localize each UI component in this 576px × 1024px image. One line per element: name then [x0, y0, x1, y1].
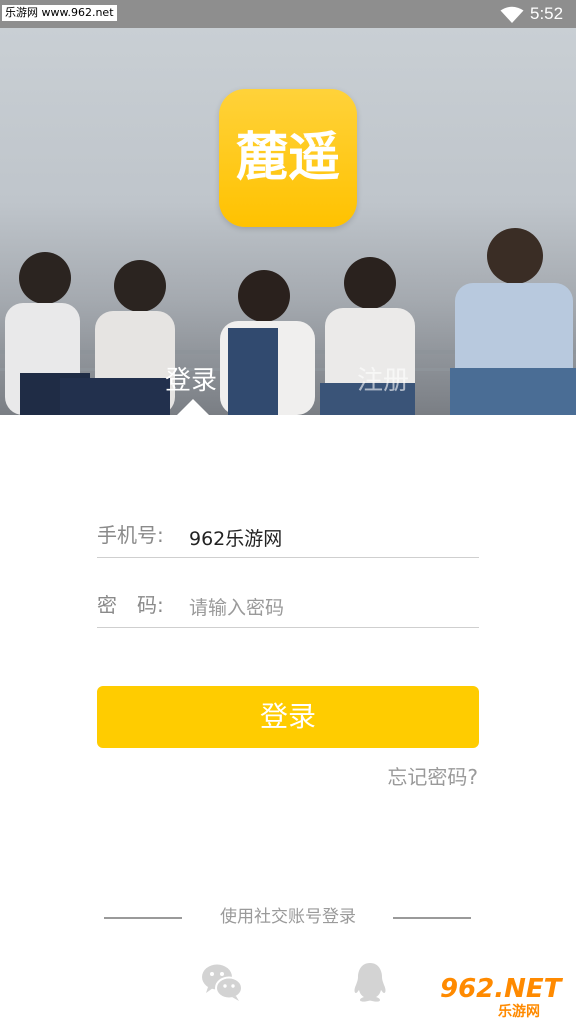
wifi-icon — [500, 6, 524, 23]
app-logo: 麓遥 — [219, 89, 357, 227]
status-time: 5:52 — [530, 4, 564, 23]
watermark-label: 乐游网 www.962.net — [2, 5, 117, 21]
password-input[interactable] — [189, 594, 469, 622]
corner-watermark-sub: 乐游网 — [498, 1004, 540, 1020]
hero-banner: 麓遥 登录 注册 — [0, 28, 576, 415]
status-bar: 乐游网 www.962.net 5:52 — [0, 0, 576, 28]
corner-watermark-brand: 962.NET — [440, 974, 562, 1004]
phone-input[interactable]: 962乐游网 — [189, 526, 282, 552]
phone-field[interactable]: 手机号: 962乐游网 — [97, 514, 479, 558]
tab-login[interactable]: 登录 — [165, 365, 217, 397]
corner-watermark: 962.NET 乐游网 — [440, 974, 570, 1020]
app-logo-text: 麓遥 — [235, 128, 340, 188]
phone-label: 手机号: — [97, 523, 164, 547]
divider-right — [393, 917, 471, 919]
password-field[interactable]: 密 码: — [97, 584, 479, 628]
tab-register[interactable]: 注册 — [357, 365, 409, 397]
forgot-password-link[interactable]: 忘记密码? — [387, 764, 478, 790]
password-label: 密 码: — [97, 593, 164, 617]
login-screen: 乐游网 www.962.net 5:52 麓遥 登录 注册 手机号: 962乐游… — [0, 0, 576, 1024]
active-tab-indicator — [177, 399, 209, 415]
wechat-icon[interactable] — [200, 960, 244, 1004]
qq-icon[interactable] — [348, 960, 392, 1004]
social-login-title: 使用社交账号登录 — [220, 907, 356, 927]
login-button[interactable]: 登录 — [97, 686, 479, 748]
